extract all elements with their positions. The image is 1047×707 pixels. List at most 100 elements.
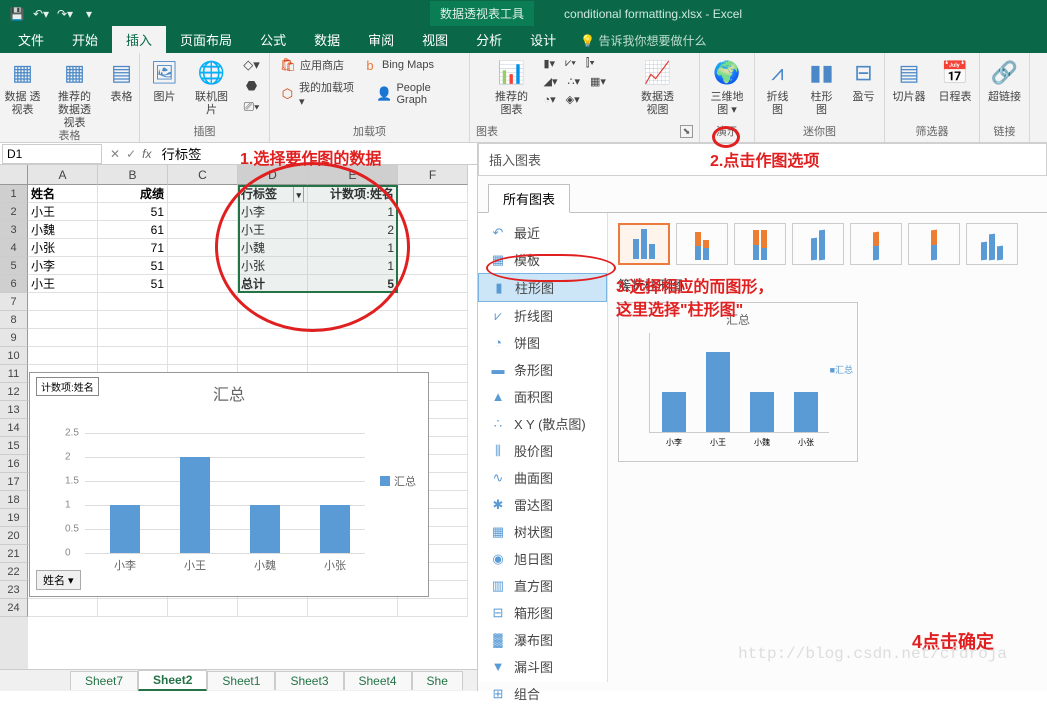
cell[interactable]: [28, 311, 98, 329]
row-header-1[interactable]: 1: [0, 185, 28, 203]
row-header-3[interactable]: 3: [0, 221, 28, 239]
cell[interactable]: 行标签 ▾: [238, 185, 308, 203]
cell[interactable]: [28, 347, 98, 365]
people-graph-button[interactable]: 👤People Graph: [372, 77, 463, 110]
3d-map-button[interactable]: 🌍三维地 图 ▾: [703, 55, 751, 119]
cell[interactable]: 小张: [238, 257, 308, 275]
cell[interactable]: [398, 275, 468, 293]
cell[interactable]: 51: [98, 257, 168, 275]
tab-data[interactable]: 数据: [300, 26, 354, 53]
chart-type-股价图[interactable]: ⫼股价图: [478, 437, 607, 464]
line-chart-button[interactable]: ⩗▾: [561, 55, 580, 72]
cell[interactable]: [398, 221, 468, 239]
cell[interactable]: [398, 293, 468, 311]
tab-analyze[interactable]: 分析: [462, 26, 516, 53]
chart-type-最近[interactable]: ↶最近: [478, 219, 607, 246]
cell[interactable]: [398, 329, 468, 347]
chart-type-面积图[interactable]: ▲面积图: [478, 383, 607, 410]
row-header-9[interactable]: 9: [0, 329, 28, 347]
cell[interactable]: [98, 599, 168, 617]
cell[interactable]: 小王: [28, 275, 98, 293]
smartart-button[interactable]: ⬣: [240, 76, 264, 96]
cell[interactable]: 小魏: [238, 239, 308, 257]
pivot-chart-button[interactable]: 📈数据透视图: [634, 55, 682, 119]
row-header-13[interactable]: 13: [0, 401, 28, 419]
cell[interactable]: 1: [308, 203, 398, 221]
table-button[interactable]: ▤表格: [103, 55, 141, 106]
cell[interactable]: 51: [98, 203, 168, 221]
cell[interactable]: 总计: [238, 275, 308, 293]
chart-type-组合[interactable]: ⊞组合: [478, 680, 607, 707]
row-header-7[interactable]: 7: [0, 293, 28, 311]
tab-insert[interactable]: 插入: [112, 26, 166, 53]
chart-type-瀑布图[interactable]: ▓瀑布图: [478, 626, 607, 653]
row-header-14[interactable]: 14: [0, 419, 28, 437]
cell[interactable]: 计数项:姓名: [308, 185, 398, 203]
sheet-tab-Sheet3[interactable]: Sheet3: [275, 671, 343, 690]
shapes-button[interactable]: ◇▾: [240, 55, 264, 75]
cell[interactable]: [98, 311, 168, 329]
cell[interactable]: [98, 347, 168, 365]
tab-layout[interactable]: 页面布局: [166, 26, 246, 53]
cell[interactable]: [308, 293, 398, 311]
store-button[interactable]: 🛍应用商店: [276, 55, 348, 75]
row-header-4[interactable]: 4: [0, 239, 28, 257]
my-addins-button[interactable]: ⬡我的加载项 ▾: [276, 77, 362, 110]
cell[interactable]: 61: [98, 221, 168, 239]
tab-review[interactable]: 审阅: [354, 26, 408, 53]
pie-chart-button[interactable]: ◔▾: [540, 91, 560, 108]
subtype-100stacked[interactable]: [734, 223, 786, 265]
cell[interactable]: [168, 275, 238, 293]
hyperlink-button[interactable]: 🔗超链接: [983, 55, 1027, 106]
cell[interactable]: [398, 311, 468, 329]
row-header-2[interactable]: 2: [0, 203, 28, 221]
cell[interactable]: [168, 203, 238, 221]
cell[interactable]: [168, 599, 238, 617]
undo-icon[interactable]: ↶▾: [32, 5, 50, 23]
row-header-19[interactable]: 19: [0, 509, 28, 527]
cell[interactable]: [308, 311, 398, 329]
tab-file[interactable]: 文件: [4, 26, 58, 53]
cell[interactable]: 71: [98, 239, 168, 257]
bing-maps-button[interactable]: bBing Maps: [358, 55, 438, 75]
chart-type-箱形图[interactable]: ⊟箱形图: [478, 599, 607, 626]
name-box[interactable]: [2, 144, 102, 164]
chart-type-雷达图[interactable]: ✱雷达图: [478, 491, 607, 518]
row-header-15[interactable]: 15: [0, 437, 28, 455]
cell[interactable]: 1: [308, 239, 398, 257]
cell[interactable]: [398, 203, 468, 221]
sparkline-col-button[interactable]: ▮▮柱形图: [802, 55, 842, 119]
subtype-stacked[interactable]: [676, 223, 728, 265]
subtype-clustered[interactable]: [618, 223, 670, 265]
row-header-17[interactable]: 17: [0, 473, 28, 491]
sheet-tab-Sheet7[interactable]: Sheet7: [70, 671, 138, 690]
cell[interactable]: [308, 347, 398, 365]
chart-type-直方图[interactable]: ▥直方图: [478, 572, 607, 599]
select-all-corner[interactable]: [0, 165, 28, 185]
chart-type-X Y (散点图)[interactable]: ∴X Y (散点图): [478, 410, 607, 437]
row-header-16[interactable]: 16: [0, 455, 28, 473]
tab-design[interactable]: 设计: [516, 26, 570, 53]
embedded-chart[interactable]: 计数项:姓名 汇总 汇总 姓名 ▾ 00.511.522.5小李小王小魏小张: [29, 372, 429, 597]
qat-customize-icon[interactable]: ▾: [80, 5, 98, 23]
cell[interactable]: [168, 311, 238, 329]
col-header-C[interactable]: C: [168, 165, 238, 185]
enter-icon[interactable]: ✓: [126, 147, 136, 161]
cell[interactable]: [398, 185, 468, 203]
row-header-8[interactable]: 8: [0, 311, 28, 329]
timeline-button[interactable]: 📅日程表: [934, 55, 976, 106]
charts-dialog-launcher[interactable]: ⬊: [680, 125, 693, 138]
sheet-tab-Sheet1[interactable]: Sheet1: [207, 671, 275, 690]
cancel-icon[interactable]: ✕: [110, 147, 120, 161]
fx-icon[interactable]: fx: [142, 147, 151, 161]
subtype-3d-100stacked[interactable]: [908, 223, 960, 265]
picture-button[interactable]: 🖼图片: [146, 55, 184, 106]
slicer-button[interactable]: ▤切片器: [888, 55, 930, 106]
cell[interactable]: [168, 257, 238, 275]
row-header-23[interactable]: 23: [0, 581, 28, 599]
row-header-6[interactable]: 6: [0, 275, 28, 293]
cell[interactable]: [168, 293, 238, 311]
cell[interactable]: 小王: [28, 203, 98, 221]
chart-type-曲面图[interactable]: ∿曲面图: [478, 464, 607, 491]
cell[interactable]: [308, 329, 398, 347]
